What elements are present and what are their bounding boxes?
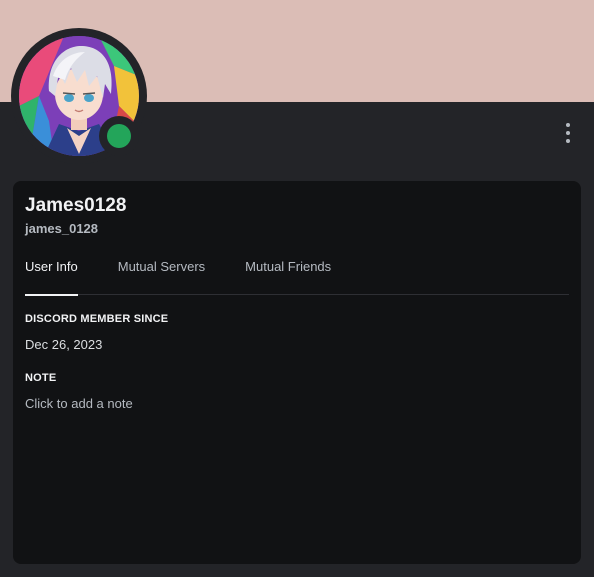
kebab-dot (566, 131, 570, 135)
profile-card: James0128 james_0128 User Info Mutual Se… (13, 181, 581, 564)
member-since-date: Dec 26, 2023 (25, 337, 103, 352)
note-heading: Note (25, 372, 57, 384)
kebab-dot (566, 139, 570, 143)
tab-mutual-friends[interactable]: Mutual Friends (245, 259, 331, 295)
member-since-heading: Discord Member Since (25, 313, 169, 325)
kebab-dot (566, 123, 570, 127)
username: james_0128 (25, 221, 99, 236)
note-input[interactable]: Click to add a note (25, 396, 569, 411)
avatar-container[interactable] (11, 28, 147, 164)
profile-tabs: User Info Mutual Servers Mutual Friends (25, 259, 569, 296)
more-options-icon[interactable] (556, 120, 580, 146)
online-status-icon (107, 124, 131, 148)
tab-mutual-servers[interactable]: Mutual Servers (118, 259, 205, 295)
status-indicator (99, 116, 139, 156)
display-name: James0128 (25, 195, 127, 216)
tab-user-info[interactable]: User Info (25, 259, 78, 296)
